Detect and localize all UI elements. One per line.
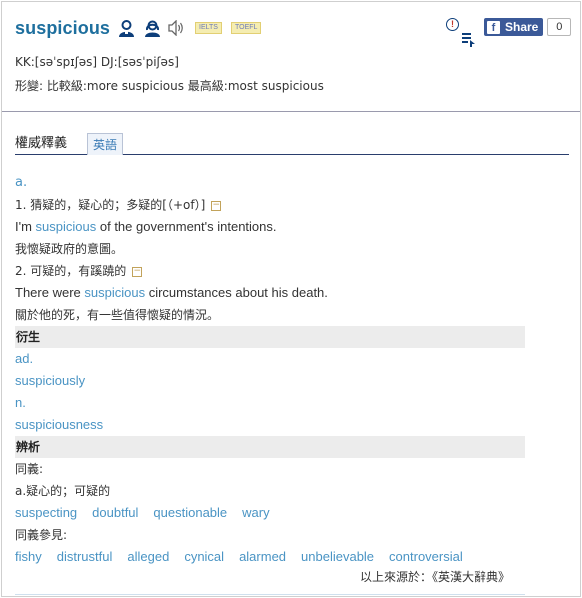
headword: suspicious — [15, 17, 111, 38]
example-1: I'm suspicious of the government's inten… — [15, 216, 535, 238]
synonym-link[interactable]: wary — [242, 505, 269, 520]
sense-2-definition: 2. 可疑的，有蹊蹺的 — [15, 264, 127, 278]
see-also-link[interactable]: fishy — [15, 549, 42, 564]
synonym-list: suspecting doubtful questionable wary — [15, 502, 535, 524]
example-1-translation: 我懷疑政府的意圖。 — [15, 242, 124, 256]
part-of-speech: a. — [15, 175, 28, 190]
example-2-translation: 關於他的死，有一些值得懷疑的情況。 — [15, 308, 220, 322]
feedback-icon[interactable] — [461, 32, 477, 48]
collapse-icon[interactable]: − — [132, 266, 143, 277]
sense-2: 2. 可疑的，有蹊蹺的 − — [15, 260, 535, 282]
derived-pos: ad. — [15, 351, 34, 366]
sense-1-definition: 1. 猜疑的，疑心的；多疑的[（+of）] — [15, 198, 206, 212]
female-voice-icon[interactable] — [143, 19, 162, 38]
see-also-link[interactable]: cynical — [184, 549, 224, 564]
speaker-icon[interactable] — [168, 19, 186, 37]
synonyms-label: 同義: — [15, 462, 44, 476]
example-text: of the government's intentions. — [96, 219, 277, 234]
facebook-icon: f — [487, 20, 500, 34]
see-also-link[interactable]: alleged — [127, 549, 169, 564]
synonym-link[interactable]: questionable — [153, 505, 227, 520]
toefl-badge: TOEFL — [230, 22, 262, 34]
facebook-share-button[interactable]: f Share — [484, 18, 544, 36]
entry-header: suspicious IELTS TOEFL — [15, 16, 262, 40]
report-error-icon[interactable]: ! — [446, 18, 459, 31]
source-attribution: 以上來源於：《英漢大辭典》 — [360, 570, 511, 584]
see-also-label: 同義參見: — [15, 528, 68, 542]
example-text: I'm — [15, 219, 36, 234]
collapse-icon[interactable]: − — [211, 200, 222, 211]
example-2: There were suspicious circumstances abou… — [15, 282, 535, 304]
synonym-link[interactable]: suspecting — [15, 505, 77, 520]
see-also-link[interactable]: alarmed — [239, 549, 286, 564]
male-voice-icon[interactable] — [117, 19, 136, 38]
sense-1: 1. 猜疑的，疑心的；多疑的[（+of）] − — [15, 194, 535, 216]
ielts-badge: IELTS — [195, 22, 222, 34]
divider — [2, 111, 580, 112]
example-headword-link[interactable]: suspicious — [84, 285, 145, 300]
definition-tabs: 權威釋義 英語 — [15, 132, 569, 155]
derived-pos: n. — [15, 395, 26, 410]
phonetics: KK:[səˈspɪʃəs] DJ:[səsˈpiʃəs] — [15, 55, 179, 69]
example-headword-link[interactable]: suspicious — [36, 219, 97, 234]
definitions: a. 1. 猜疑的，疑心的；多疑的[（+of）] − I'm suspicious… — [15, 172, 535, 568]
see-also-link[interactable]: controversial — [389, 549, 463, 564]
word-forms: 形變: 比較級:more suspicious 最高級:most suspici… — [15, 79, 324, 93]
derived-word-link[interactable]: suspiciousness — [15, 414, 535, 436]
see-also-list: fishy distrustful alleged cynical alarmed unb… — [15, 546, 535, 568]
derived-section-header: 衍生 — [15, 326, 525, 348]
bottom-divider — [15, 594, 525, 595]
synonym-link[interactable]: doubtful — [92, 505, 138, 520]
see-also-link[interactable]: distrustful — [57, 549, 113, 564]
tab-authoritative[interactable]: 權威釋義 — [15, 132, 67, 151]
synonyms-sense: a.疑心的；可疑的 — [15, 484, 111, 498]
derived-word-link[interactable]: suspiciously — [15, 370, 535, 392]
share-count: 0 — [547, 18, 572, 36]
analysis-section-header: 辨析 — [15, 436, 525, 458]
see-also-link[interactable]: unbelievable — [301, 549, 374, 564]
share-label: Share — [505, 20, 539, 34]
example-text: circumstances about his death. — [145, 285, 328, 300]
example-text: There were — [15, 285, 85, 300]
tab-english[interactable]: 英語 — [87, 133, 124, 155]
